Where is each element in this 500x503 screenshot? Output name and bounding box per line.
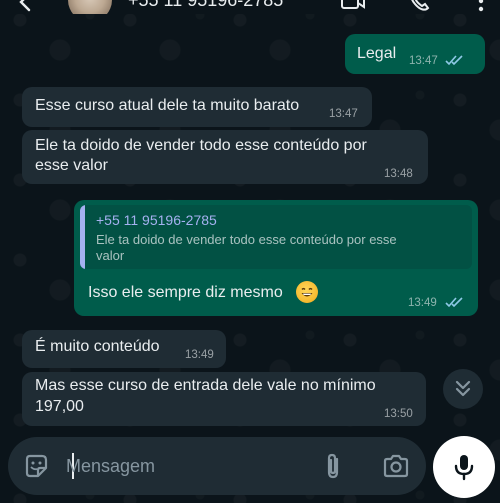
message-bubble-incoming[interactable]: Mas esse curso de entrada dele vale no m… — [22, 372, 426, 426]
quote-accent-bar — [80, 205, 85, 269]
message-composer — [8, 437, 426, 495]
message-time: 13:49 — [408, 297, 437, 309]
message-text: Legal — [357, 45, 397, 62]
video-call-icon[interactable] — [340, 0, 366, 14]
read-ticks-icon — [445, 55, 463, 66]
quote-text-line: Ele ta doido de vender todo esse conteúd… — [96, 232, 397, 247]
camera-icon[interactable] — [382, 453, 410, 479]
microphone-icon — [454, 455, 474, 481]
double-chevron-down-icon — [455, 380, 471, 397]
back-arrow-icon[interactable] — [14, 0, 38, 14]
message-text-line: 197,00 — [35, 398, 84, 415]
message-time: 13:47 — [329, 108, 358, 120]
more-options-icon[interactable] — [468, 0, 494, 14]
message-text-line: esse valor — [35, 157, 108, 174]
voice-call-icon[interactable] — [406, 0, 432, 14]
chat-header: +55 11 95196-2785 — [0, 0, 500, 14]
voice-record-button[interactable] — [433, 436, 495, 498]
sticker-icon[interactable] — [22, 452, 50, 480]
message-bubble-incoming[interactable]: É muito conteúdo 13:49 — [22, 330, 226, 368]
message-bubble-outgoing[interactable]: Legal 13:47 — [345, 34, 485, 74]
quote-text-line: valor — [96, 248, 125, 263]
message-time: 13:49 — [185, 349, 214, 361]
message-input[interactable] — [66, 451, 306, 481]
message-text: Esse curso atual dele ta muito barato — [35, 97, 300, 114]
message-text-line: Mas esse curso de entrada dele vale no m… — [35, 377, 376, 394]
quoted-message[interactable]: +55 11 95196-2785 Ele ta doido de vender… — [80, 205, 472, 269]
grinning-face-emoji-icon — [296, 281, 318, 303]
contact-avatar[interactable] — [68, 0, 112, 14]
message-bubble-incoming[interactable]: Esse curso atual dele ta muito barato 13… — [22, 87, 372, 127]
contact-name[interactable]: +55 11 95196-2785 — [128, 0, 283, 11]
scroll-to-bottom-button[interactable] — [443, 369, 483, 409]
message-bubble-incoming[interactable]: Ele ta doido de vender todo esse conteúd… — [22, 130, 428, 184]
message-time: 13:48 — [384, 168, 413, 180]
message-time: 13:47 — [409, 55, 438, 67]
message-time: 13:50 — [384, 408, 413, 420]
quote-text: Ele ta doido de vender todo esse conteúd… — [96, 232, 456, 264]
message-text: É muito conteúdo — [35, 338, 160, 355]
read-ticks-icon — [445, 297, 463, 308]
paperclip-icon[interactable] — [320, 452, 346, 480]
message-text-line: Ele ta doido de vender todo esse conteúd… — [35, 137, 367, 154]
quote-author: +55 11 95196-2785 — [96, 212, 217, 228]
message-text: Isso ele sempre diz mesmo — [88, 284, 283, 301]
